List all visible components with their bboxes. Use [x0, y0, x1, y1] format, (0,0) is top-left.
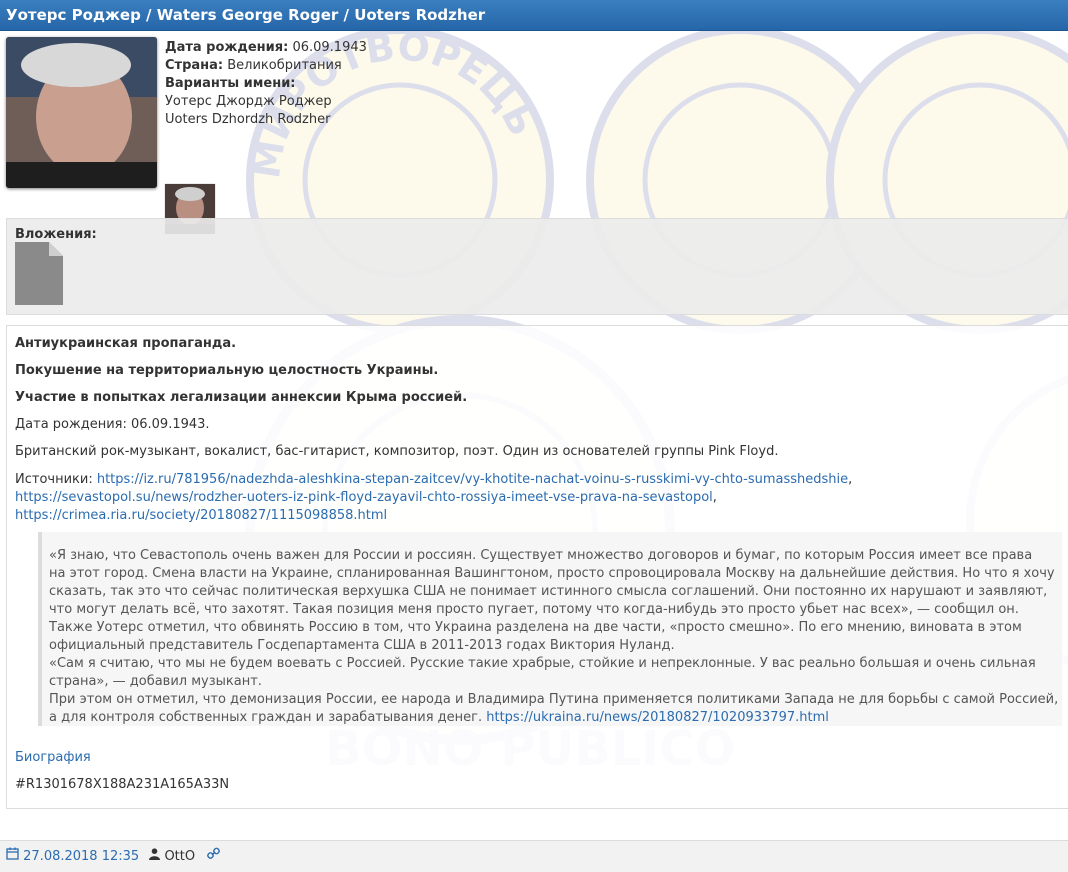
sources-label: Источники:: [15, 472, 97, 487]
quote-line: Также Уотерс отметил, что обвинять Росси…: [49, 620, 1022, 635]
post-footer: 27.08.2018 12:35 OttO: [0, 840, 1068, 872]
name-variant: Уотерс Джордж Роджер: [165, 94, 332, 109]
quote-line: что могут делать всё, что захотят. Такая…: [49, 602, 1019, 617]
profile-info: Дата рождения: 06.09.1943 Страна: Велико…: [165, 39, 367, 129]
country-label: Страна:: [165, 58, 224, 73]
bio-line: Британский рок-музыкант, вокалист, бас-г…: [15, 444, 779, 459]
quote-line: на этот город. Смена власти на Украине, …: [49, 566, 1055, 581]
name-variant: Uoters Dzhordzh Rodzher: [165, 112, 331, 127]
charge-line: Антиукраинская пропаганда.: [15, 336, 237, 351]
source-link[interactable]: https://crimea.ria.ru/society/20180827/1…: [15, 508, 387, 523]
source-link[interactable]: https://iz.ru/781956/nadezhda-aleshkina-…: [97, 472, 848, 487]
birth-date-line: Дата рождения: 06.09.1943.: [15, 417, 210, 432]
portrait-icon: [6, 37, 157, 188]
record-code: #R1301678X188A231A165A33N: [15, 777, 230, 792]
post-date[interactable]: 27.08.2018 12:35: [23, 841, 139, 872]
quote-last-line: а для контроля собственных граждан и зар…: [49, 709, 829, 727]
birth-value: 06.09.1943: [292, 40, 367, 55]
quote-line: сказать, так это что сейчас политическая…: [49, 584, 1048, 599]
user-icon: [149, 841, 161, 872]
charge-line: Участие в попытках легализации аннексии …: [15, 390, 468, 405]
biography-link[interactable]: Биография: [15, 750, 91, 765]
charge-line: Покушение на территориальную целостность…: [15, 363, 439, 378]
profile-section: Дата рождения: 06.09.1943 Страна: Велико…: [0, 31, 1068, 234]
source-link[interactable]: https://sevastopol.su/news/rodzher-uoter…: [15, 490, 713, 505]
quote-line: «Я знаю, что Севастополь очень важен для…: [49, 548, 1033, 563]
quote-source-link[interactable]: https://ukraina.ru/news/20180827/1020933…: [486, 710, 829, 725]
attachments-label: Вложения:: [15, 227, 97, 242]
quote-line: страна», — добавил музыкант.: [49, 674, 262, 689]
page-title: Уотерс Роджер / Waters George Roger / Uo…: [0, 0, 1068, 31]
sources-block: Источники: https://iz.ru/781956/nadezhda…: [15, 472, 853, 523]
blockquote: «Я знаю, что Севастополь очень важен для…: [38, 532, 1062, 726]
permalink-icon[interactable]: [207, 841, 221, 872]
quote-line: официальный представитель Госдепартамент…: [49, 638, 675, 653]
file-icon[interactable]: [15, 242, 63, 305]
attachments-panel: Вложения:: [6, 218, 1068, 315]
quote-line: «Сам я считаю, что мы не будем воевать с…: [49, 656, 1036, 671]
calendar-icon: [6, 841, 19, 872]
birth-label: Дата рождения:: [165, 40, 289, 55]
biography-line: Биография: [15, 750, 91, 765]
profile-photo[interactable]: [6, 37, 157, 188]
quote-line: При этом он отметил, что демонизация Рос…: [49, 692, 1059, 707]
post-body: Антиукраинская пропаганда. Покушение на …: [6, 325, 1068, 809]
quote-line: а для контроля собственных граждан и зар…: [49, 710, 487, 725]
country-value: Великобритания: [227, 58, 342, 73]
name-variants-label: Варианты имени:: [165, 76, 296, 91]
post-author[interactable]: OttO: [164, 841, 195, 872]
